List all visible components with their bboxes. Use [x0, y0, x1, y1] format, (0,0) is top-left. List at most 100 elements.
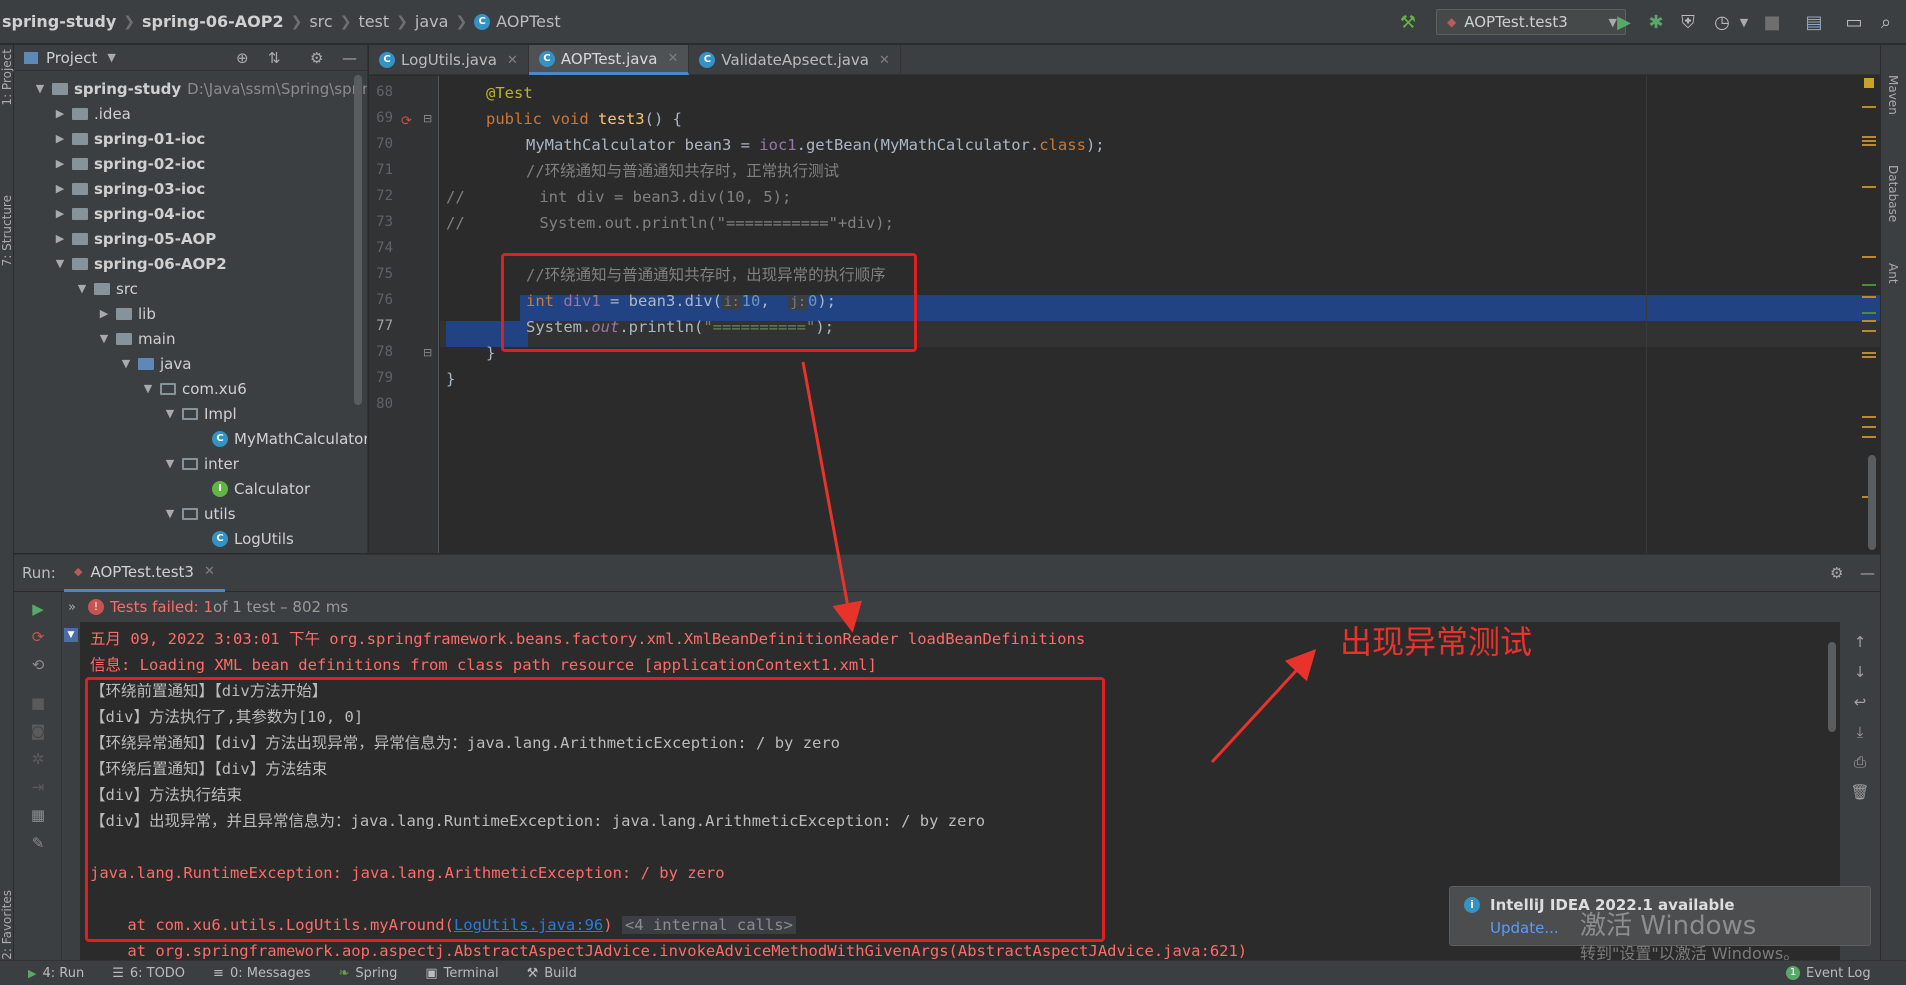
collapsed-arrow-icon[interactable]: ▶	[54, 182, 66, 195]
locate-icon[interactable]: ⊕	[236, 49, 249, 67]
collapsed-arrow-icon[interactable]: ▶	[54, 232, 66, 245]
tree-item-idea[interactable]: ▶ .idea	[54, 101, 131, 126]
hide-panel-icon[interactable]: —	[342, 49, 357, 67]
expanded-arrow-icon[interactable]: ▼	[142, 382, 154, 395]
settings-icon[interactable]: ✲	[29, 750, 47, 768]
status-build[interactable]: ⚒ Build	[527, 966, 577, 981]
expanded-arrow-icon[interactable]: ▼	[76, 282, 88, 295]
breadcrumb-test[interactable]: test	[358, 12, 389, 31]
run-test-gutter-icon[interactable]: ⟳	[401, 114, 412, 129]
breadcrumb-project[interactable]: spring-study	[2, 12, 116, 31]
debug-icon[interactable]: ✱	[1646, 12, 1666, 33]
project-scrollbar[interactable]	[354, 75, 362, 405]
warning-indicator-icon[interactable]	[1864, 78, 1874, 88]
build-hammer-icon[interactable]: ⚒	[1398, 12, 1418, 33]
camera-icon[interactable]: ◙	[29, 722, 47, 740]
close-icon[interactable]: ✕	[668, 51, 679, 66]
tree-item-inter[interactable]: ▼ inter	[164, 451, 239, 476]
print-icon[interactable]: ⎙	[1852, 753, 1868, 771]
project-panel-title[interactable]: Project	[46, 49, 97, 67]
pin-icon[interactable]: ✎	[29, 834, 47, 852]
expanded-arrow-icon[interactable]: ▼	[164, 507, 176, 520]
run-icon[interactable]: ▶	[1614, 12, 1634, 33]
tree-item-spring-05-aop[interactable]: ▶ spring-05-AOP	[54, 226, 217, 251]
tab-validateapsect[interactable]: C ValidateApsect.java ✕	[689, 45, 901, 75]
expanded-arrow-icon[interactable]: ▼	[120, 357, 132, 370]
expanded-arrow-icon[interactable]: ▼	[164, 407, 176, 420]
status-run[interactable]: ▶ 4: Run	[28, 966, 84, 981]
collapsed-arrow-icon[interactable]: ▶	[54, 107, 66, 120]
close-icon[interactable]: ✕	[507, 53, 518, 68]
tab-aoptest[interactable]: C AOPTest.java ✕	[528, 45, 690, 75]
tree-item-src[interactable]: ▼ src	[76, 276, 138, 301]
close-icon[interactable]: ✕	[204, 564, 215, 579]
trash-icon[interactable]: 🗑	[1850, 783, 1869, 801]
structure-tool-tab[interactable]: 7: Structure	[0, 195, 14, 266]
ant-tool-tab[interactable]: Ant	[1886, 263, 1900, 284]
tree-item-lib[interactable]: ▶ lib	[98, 301, 156, 326]
tree-item-spring-01-ioc[interactable]: ▶ spring-01-ioc	[54, 126, 206, 151]
presentation-icon[interactable]: ▭	[1844, 12, 1864, 33]
toggle-auto-test-icon[interactable]: ⟲	[29, 656, 47, 674]
tree-item-com-xu6[interactable]: ▼ com.xu6	[142, 376, 247, 401]
project-structure-icon[interactable]: ▤	[1804, 12, 1824, 33]
tree-item-spring-03-ioc[interactable]: ▶ spring-03-ioc	[54, 176, 206, 201]
fold-icon[interactable]: ⊟	[423, 112, 432, 125]
tree-item-mymathcalculator[interactable]: C MyMathCalculator	[212, 426, 367, 451]
exit-icon[interactable]: ⇥	[29, 778, 47, 796]
search-icon[interactable]: ⌕	[1876, 12, 1896, 33]
tree-item-logutils[interactable]: C LogUtils	[212, 526, 294, 551]
breadcrumb-java[interactable]: java	[415, 12, 449, 31]
database-tool-tab[interactable]: Database	[1886, 165, 1900, 222]
favorites-tool-tab[interactable]: 2: Favorites	[0, 890, 14, 960]
tree-item-spring-06-aop2[interactable]: ▼ spring-06-AOP2	[54, 251, 227, 276]
tree-item-calculator[interactable]: I Calculator	[212, 476, 310, 501]
tree-item-main[interactable]: ▼ main	[98, 326, 176, 351]
console-scrollbar[interactable]	[1828, 642, 1836, 732]
rerun-failed-icon[interactable]: ⟳	[29, 628, 47, 646]
project-tool-tab[interactable]: 1: Project	[0, 49, 14, 106]
coverage-icon[interactable]: ⛨	[1678, 12, 1698, 33]
test-node-icon[interactable]: ▼	[64, 628, 78, 642]
chevron-down-icon[interactable]: ▼	[107, 51, 115, 64]
fold-icon[interactable]: ⊟	[423, 346, 432, 359]
soft-wrap-icon[interactable]: ↩	[1852, 693, 1868, 711]
status-terminal[interactable]: ▣ Terminal	[425, 966, 498, 981]
tab-run-aoptest[interactable]: ◆ AOPTest.test3 ✕	[64, 555, 225, 592]
gear-icon[interactable]: ⚙	[310, 49, 323, 67]
rerun-icon[interactable]: ▶	[29, 600, 47, 618]
chevron-down-icon[interactable]: ▼	[1734, 12, 1754, 32]
status-spring[interactable]: ❧ Spring	[339, 966, 398, 981]
tab-logutils[interactable]: C LogUtils.java ✕	[369, 45, 529, 75]
arrow-down-icon[interactable]: ↓	[1852, 663, 1868, 681]
expanded-arrow-icon[interactable]: ▼	[98, 332, 110, 345]
editor-scrollbar[interactable]	[1868, 455, 1876, 550]
gear-icon[interactable]: ⚙	[1830, 564, 1843, 582]
collapsed-arrow-icon[interactable]: ▶	[54, 157, 66, 170]
status-messages[interactable]: ≡ 0: Messages	[213, 966, 310, 981]
expanded-arrow-icon[interactable]: ▼	[54, 257, 66, 270]
expanded-arrow-icon[interactable]: ▼	[164, 457, 176, 470]
breadcrumb-src[interactable]: src	[309, 12, 332, 31]
expand-icon[interactable]: »	[68, 600, 76, 615]
tree-item-java[interactable]: ▼ java	[120, 351, 192, 376]
tree-item-spring-04-ioc[interactable]: ▶ spring-04-ioc	[54, 201, 206, 226]
collapsed-arrow-icon[interactable]: ▶	[98, 307, 110, 320]
layout-icon[interactable]: ▦	[29, 806, 47, 824]
stop-icon[interactable]: ■	[29, 694, 47, 712]
expanded-arrow-icon[interactable]: ▼	[34, 82, 46, 95]
collapsed-arrow-icon[interactable]: ▶	[54, 207, 66, 220]
profile-icon[interactable]: ◷	[1712, 12, 1732, 33]
maven-tool-tab[interactable]: Maven	[1886, 75, 1900, 115]
collapse-all-icon[interactable]: ⇅	[268, 49, 281, 67]
run-config-dropdown[interactable]: ◆ AOPTest.test3 ▼	[1436, 9, 1626, 35]
tree-item-utils[interactable]: ▼ utils	[164, 501, 236, 526]
breadcrumb-file[interactable]: AOPTest	[496, 12, 560, 31]
scroll-to-end-icon[interactable]: ⤓	[1852, 723, 1868, 741]
test-tree-collapsed[interactable]: ▼	[62, 622, 80, 960]
status-todo[interactable]: ☰ 6: TODO	[112, 966, 185, 981]
stop-icon[interactable]: ■	[1762, 12, 1782, 33]
close-icon[interactable]: ✕	[879, 53, 890, 68]
tree-item-spring-study[interactable]: ▼ spring-study D:\Java\ssm\Spring\spring-…	[34, 76, 367, 101]
update-link[interactable]: Update...	[1490, 919, 1559, 937]
